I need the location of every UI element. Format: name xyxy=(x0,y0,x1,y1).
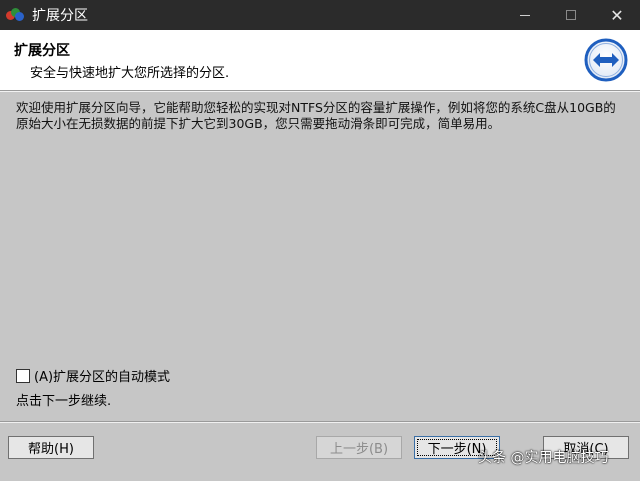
app-icon xyxy=(6,8,24,22)
auto-mode-checkbox[interactable] xyxy=(16,368,30,383)
auto-mode-label[interactable]: (A)扩展分区的自动模式 xyxy=(34,366,170,385)
auto-mode-option[interactable]: (A)扩展分区的自动模式 xyxy=(16,366,170,385)
expand-arrows-icon xyxy=(584,38,628,82)
maximize-button[interactable] xyxy=(548,0,594,30)
minimize-button[interactable] xyxy=(502,0,548,30)
header-subtitle: 安全与快速地扩大您所选择的分区. xyxy=(30,66,230,81)
footer-divider-highlight xyxy=(0,422,640,423)
title-bar: 扩展分区 ✕ xyxy=(0,0,640,30)
close-icon: ✕ xyxy=(610,5,624,25)
intro-text: 欢迎使用扩展分区向导，它能帮助您轻松的实现对NTFS分区的容量扩展操作，例如将您… xyxy=(16,100,616,131)
prev-button[interactable]: 上一步(B) xyxy=(316,436,402,459)
header-divider-highlight xyxy=(0,91,640,92)
continue-hint: 点击下一步继续. xyxy=(16,394,112,409)
window-title: 扩展分区 xyxy=(32,8,88,24)
close-button[interactable]: ✕ xyxy=(594,0,640,30)
help-button[interactable]: 帮助(H) xyxy=(8,436,94,459)
minimize-icon xyxy=(520,14,530,16)
header-title: 扩展分区 xyxy=(14,43,70,59)
maximize-icon xyxy=(566,10,576,20)
wizard-header: 扩展分区 安全与快速地扩大您所选择的分区. xyxy=(0,30,640,90)
window-controls: ✕ xyxy=(502,0,640,30)
watermark: 头条 @实用电脑技巧 xyxy=(478,450,609,466)
